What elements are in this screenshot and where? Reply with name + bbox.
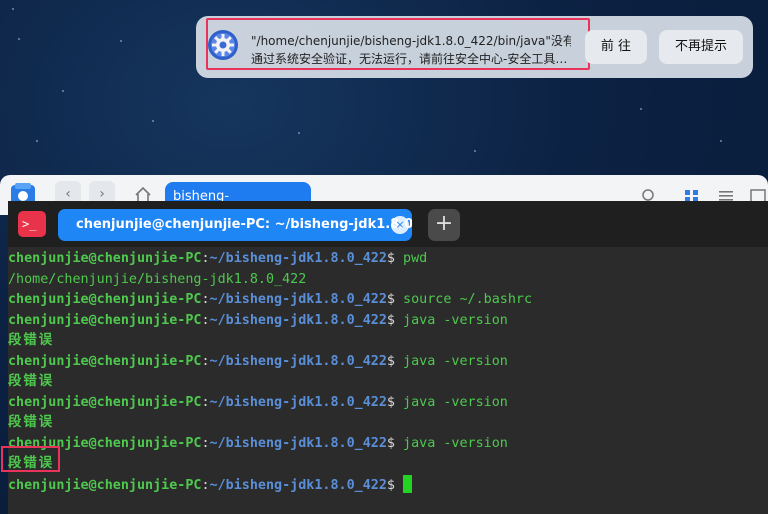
- prompt-separator: :: [201, 435, 210, 451]
- notification-message-line1: "/home/chenjunjie/bisheng-jdk1.8.0_422/b…: [251, 34, 571, 48]
- security-notification: "/home/chenjunjie/bisheng-jdk1.8.0_422/b…: [196, 16, 753, 78]
- prompt-symbol: $: [386, 394, 395, 410]
- dismiss-button[interactable]: 不再提示: [659, 30, 743, 64]
- terminal-line: chenjunjie@chenjunjie-PC:~/bisheng-jdk1.…: [8, 311, 768, 332]
- prompt-separator: :: [201, 394, 210, 410]
- prompt-separator: :: [201, 353, 210, 369]
- terminal-titlebar: >_ chenjunjie@chenjunjie-PC: ~/bisheng-j…: [8, 201, 768, 247]
- error-text: 段错误: [8, 374, 55, 389]
- prompt-symbol: $: [386, 353, 395, 369]
- prompt-user: chenjunjie@chenjunjie-PC: [8, 292, 202, 307]
- terminal-cursor: [403, 474, 413, 493]
- error-text: 段错误: [8, 415, 55, 430]
- prompt-path: ~/bisheng-jdk1.8.0_422: [209, 292, 387, 307]
- command-text: java -version: [403, 435, 508, 451]
- background-star: [120, 40, 122, 42]
- command-text: java -version: [403, 312, 508, 328]
- prompt-user: chenjunjie@chenjunjie-PC: [8, 477, 202, 493]
- close-tab-icon[interactable]: ×: [391, 216, 409, 234]
- prompt-path: ~/bisheng-jdk1.8.0_422: [209, 353, 387, 369]
- prompt-symbol: $: [386, 435, 395, 451]
- prompt-user: chenjunjie@chenjunjie-PC: [8, 353, 202, 369]
- prompt-separator: :: [201, 477, 210, 493]
- terminal-tab[interactable]: chenjunjie@chenjunjie-PC: ~/bisheng-jdk1…: [58, 209, 412, 241]
- prompt-symbol: $: [386, 292, 395, 307]
- prompt-separator: :: [201, 312, 210, 328]
- prompt-symbol: $: [386, 477, 395, 493]
- background-star: [36, 140, 38, 142]
- background-star: [720, 140, 722, 142]
- security-shield-gear-icon: [208, 30, 238, 60]
- terminal-line: 段错误: [8, 331, 768, 352]
- background-star: [62, 90, 64, 92]
- terminal-line: chenjunjie@chenjunjie-PC:~/bisheng-jdk1.…: [8, 474, 768, 496]
- command-text: java -version: [403, 394, 508, 410]
- add-tab-button[interactable]: +: [428, 209, 460, 241]
- background-star: [298, 132, 300, 134]
- prompt-user: chenjunjie@chenjunjie-PC: [8, 251, 202, 266]
- background-star: [474, 150, 476, 152]
- prompt-path: ~/bisheng-jdk1.8.0_422: [209, 394, 387, 410]
- notification-message-line2: 通过系统安全验证，无法运行，请前往安全中心-安全工具…: [251, 52, 568, 66]
- terminal-window: >_ chenjunjie@chenjunjie-PC: ~/bisheng-j…: [8, 201, 768, 514]
- prompt-symbol: $: [386, 251, 395, 266]
- terminal-line: chenjunjie@chenjunjie-PC:~/bisheng-jdk1.…: [8, 434, 768, 455]
- terminal-line: chenjunjie@chenjunjie-PC:~/bisheng-jdk1.…: [8, 352, 768, 373]
- terminal-line: 段错误: [8, 372, 768, 393]
- terminal-line: 段错误: [8, 413, 768, 434]
- output-text: /home/chenjunjie/bisheng-jdk1.8.0_422: [8, 271, 307, 287]
- error-text: 段错误: [8, 333, 55, 348]
- goto-button[interactable]: 前 往: [585, 30, 647, 64]
- prompt-symbol: $: [386, 312, 395, 328]
- terminal-line: chenjunjie@chenjunjie-PC:~/bisheng-jdk1.…: [8, 290, 768, 311]
- prompt-separator: :: [201, 251, 210, 266]
- prompt-path: ~/bisheng-jdk1.8.0_422: [209, 251, 387, 266]
- command-text: source ~/.bashrc: [403, 292, 533, 307]
- prompt-user: chenjunjie@chenjunjie-PC: [8, 312, 202, 328]
- prompt-path: ~/bisheng-jdk1.8.0_422: [209, 435, 387, 451]
- background-star: [12, 8, 14, 10]
- background-star: [18, 38, 20, 40]
- terminal-line: /home/chenjunjie/bisheng-jdk1.8.0_422: [8, 270, 768, 291]
- background-star: [152, 120, 154, 122]
- terminal-logo-icon: >_: [18, 211, 46, 237]
- terminal-line: 段错误: [8, 454, 768, 475]
- prompt-path: ~/bisheng-jdk1.8.0_422: [209, 312, 387, 328]
- prompt-user: chenjunjie@chenjunjie-PC: [8, 394, 202, 410]
- background-star: [640, 108, 642, 110]
- terminal-line: chenjunjie@chenjunjie-PC:~/bisheng-jdk1.…: [8, 393, 768, 414]
- command-text: java -version: [403, 353, 508, 369]
- notification-message: "/home/chenjunjie/bisheng-jdk1.8.0_422/b…: [251, 32, 571, 68]
- prompt-path: ~/bisheng-jdk1.8.0_422: [209, 477, 387, 493]
- error-highlight-box: [1, 446, 60, 472]
- terminal-line: chenjunjie@chenjunjie-PC:~/bisheng-jdk1.…: [8, 249, 768, 270]
- prompt-separator: :: [201, 292, 210, 307]
- terminal-output[interactable]: chenjunjie@chenjunjie-PC:~/bisheng-jdk1.…: [8, 249, 768, 495]
- command-text: pwd: [403, 251, 428, 266]
